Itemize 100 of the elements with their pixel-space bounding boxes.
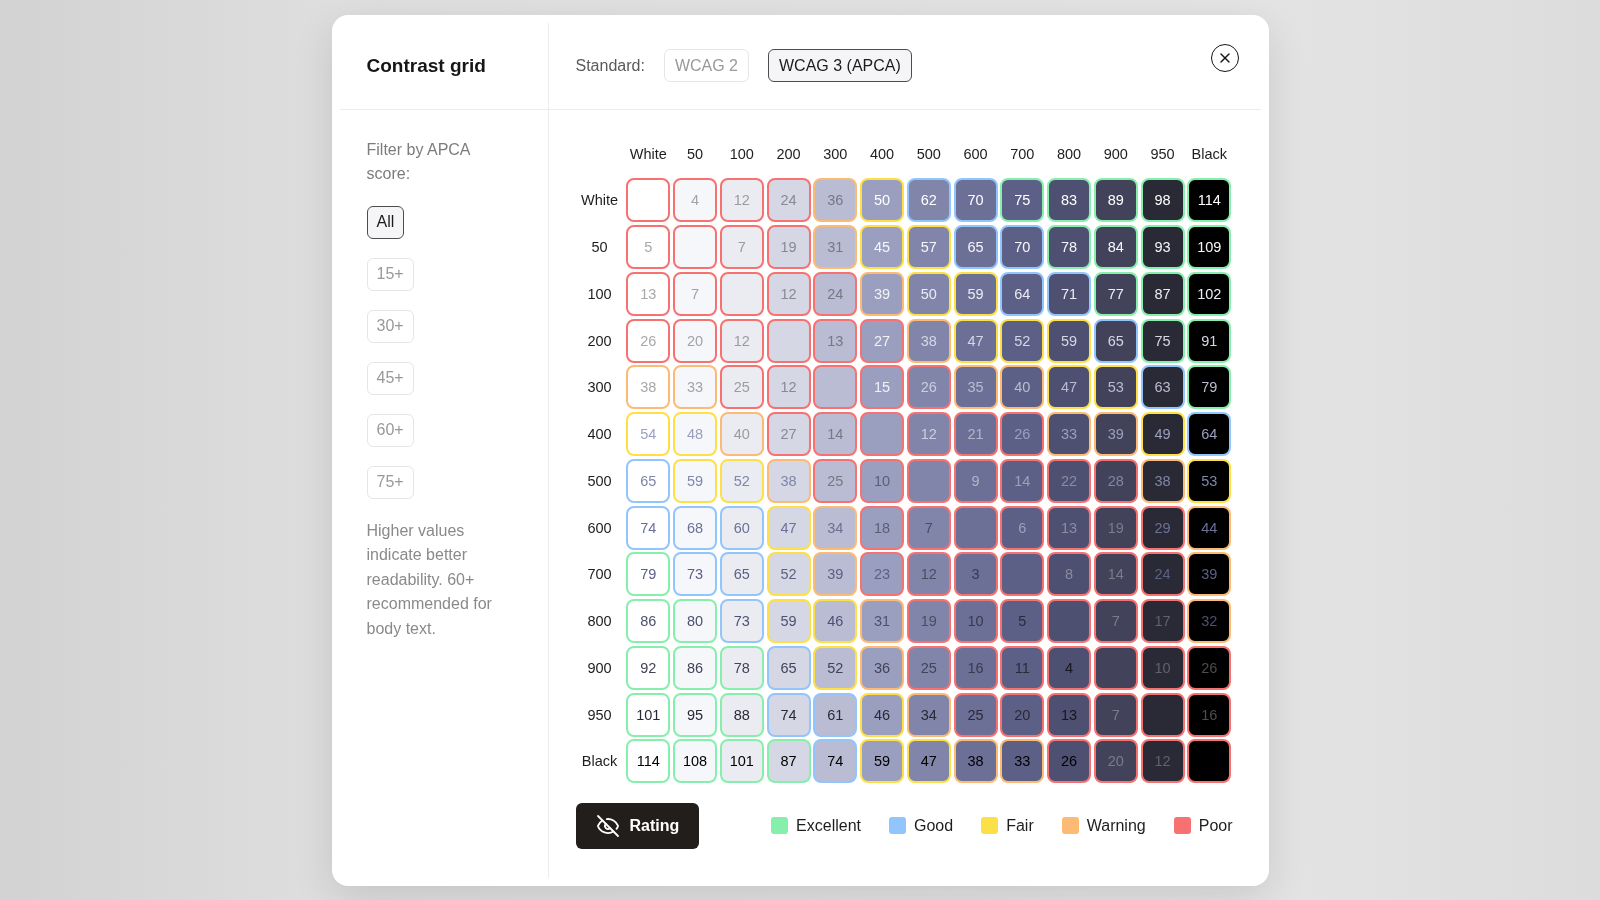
contrast-cell: 74 [766, 692, 811, 737]
contrast-cell: 78 [719, 645, 764, 690]
contrast-cell: 52 [719, 458, 764, 503]
contrast-cell: 92 [626, 645, 671, 690]
contrast-cell: 10 [860, 458, 904, 503]
contrast-cell: 20 [1093, 739, 1138, 784]
contrast-cell: 64 [1000, 271, 1045, 316]
contrast-cell: 24 [1140, 552, 1185, 597]
contrast-cell: 39 [1187, 552, 1232, 597]
contrast-cell: 40 [719, 412, 764, 456]
contrast-cell: 4 [1047, 645, 1091, 690]
close-button[interactable] [1210, 43, 1239, 72]
score-filter-button[interactable]: 30+ [366, 309, 414, 343]
row-label: 500 [587, 472, 612, 489]
row-label: 600 [587, 519, 612, 536]
contrast-cell: 23 [860, 552, 904, 597]
legend-label: Excellent [796, 816, 861, 835]
contrast-cell: 32 [1187, 599, 1232, 643]
column-header: Black [1191, 144, 1227, 164]
standard-option-button[interactable]: WCAG 3 (APCA) [768, 49, 912, 82]
column-header: 950 [1150, 144, 1175, 164]
contrast-cell: 87 [1140, 271, 1185, 316]
contrast-cell: 26 [1047, 739, 1091, 784]
contrast-cell: 15 [860, 365, 904, 410]
contrast-cell: 73 [719, 599, 764, 643]
score-filter-button[interactable]: 15+ [366, 257, 414, 291]
contrast-cell: 87 [766, 739, 811, 784]
contrast-cell: 63 [1140, 365, 1185, 410]
contrast-cell: 109 [1187, 225, 1232, 269]
contrast-cell: 26 [1000, 412, 1045, 456]
contrast-cell: 16 [1187, 692, 1232, 737]
legend-label: Fair [1006, 816, 1034, 835]
contrast-cell: 18 [860, 505, 904, 550]
contrast-cell: 98 [1140, 178, 1185, 223]
filter-hint-text: Higher values indicate better readability. 60+ recommended for body text. [366, 520, 493, 639]
column-header: White [629, 144, 667, 164]
legend-label: Good [914, 816, 954, 835]
contrast-cell: 14 [1093, 552, 1138, 597]
contrast-cell: 65 [719, 552, 764, 597]
contrast-cell: 7 [673, 271, 717, 316]
contrast-cell: 53 [1093, 365, 1138, 410]
contrast-cell: 79 [626, 552, 671, 597]
contrast-cell: 70 [1000, 225, 1045, 269]
contrast-cell: 61 [813, 692, 858, 737]
rating-toggle-button[interactable]: Rating [575, 802, 700, 849]
contrast-cell: 53 [1187, 458, 1232, 503]
contrast-cell: 74 [813, 739, 858, 784]
contrast-cell: 73 [673, 552, 717, 597]
contrast-cell: 10 [953, 599, 998, 643]
score-filter-button[interactable]: All [366, 205, 405, 239]
contrast-cell: 39 [1093, 412, 1138, 456]
contrast-cell: 48 [673, 412, 717, 456]
contrast-cell: 26 [906, 365, 951, 410]
contrast-cell: 8 [1047, 552, 1091, 597]
standard-label: Standard: [575, 56, 645, 75]
contrast-cell: 45 [860, 225, 904, 269]
score-filter-button[interactable]: 45+ [366, 361, 414, 395]
row-label: Black [581, 753, 618, 770]
score-filter-button[interactable]: 60+ [366, 413, 414, 447]
contrast-cell: 60 [719, 505, 764, 550]
contrast-cell: 47 [953, 318, 998, 363]
contrast-cell: 21 [953, 412, 998, 456]
dialog-title: Contrast grid [366, 54, 486, 77]
contrast-cell: 12 [906, 552, 951, 597]
contrast-cell: 89 [1093, 178, 1138, 223]
contrast-cell: 52 [1000, 318, 1045, 363]
row-label: 200 [587, 332, 612, 349]
standard-option-button[interactable]: WCAG 2 [663, 49, 749, 82]
contrast-cell: 47 [1047, 365, 1091, 410]
contrast-cell: 25 [906, 645, 951, 690]
contrast-cell: 79 [1187, 365, 1232, 410]
contrast-cell: 65 [1093, 318, 1138, 363]
contrast-cell: 5 [1000, 599, 1045, 643]
contrast-cell: 14 [1000, 458, 1045, 503]
row-label: 400 [587, 426, 612, 442]
contrast-cell: 114 [1187, 178, 1232, 223]
contrast-cell: 19 [766, 225, 811, 269]
row-label: 700 [587, 566, 612, 583]
contrast-cell: 93 [1140, 225, 1185, 269]
contrast-cell: 62 [906, 178, 951, 223]
contrast-cell: 65 [626, 458, 671, 503]
contrast-cell: 95 [673, 692, 717, 737]
contrast-cell: 35 [953, 365, 998, 410]
contrast-cell: 25 [719, 365, 764, 410]
column-header: 800 [1056, 144, 1082, 164]
contrast-cell: 6 [1000, 505, 1045, 550]
contrast-cell: 49 [1140, 412, 1185, 456]
contrast-cell: 44 [1187, 505, 1232, 550]
row-label: 100 [587, 285, 612, 302]
contrast-cell: 59 [1047, 318, 1091, 363]
row-label: 300 [587, 379, 612, 396]
contrast-cell: 12 [719, 178, 764, 223]
score-filter-button[interactable]: 75+ [366, 465, 414, 499]
contrast-cell: 40 [1000, 365, 1045, 410]
contrast-cell: 13 [626, 271, 671, 316]
contrast-cell: 31 [860, 599, 904, 643]
contrast-cell: 12 [719, 318, 764, 363]
column-header: 100 [729, 144, 754, 164]
contrast-cell: 16 [953, 645, 998, 690]
contrast-cell: 108 [673, 739, 717, 784]
